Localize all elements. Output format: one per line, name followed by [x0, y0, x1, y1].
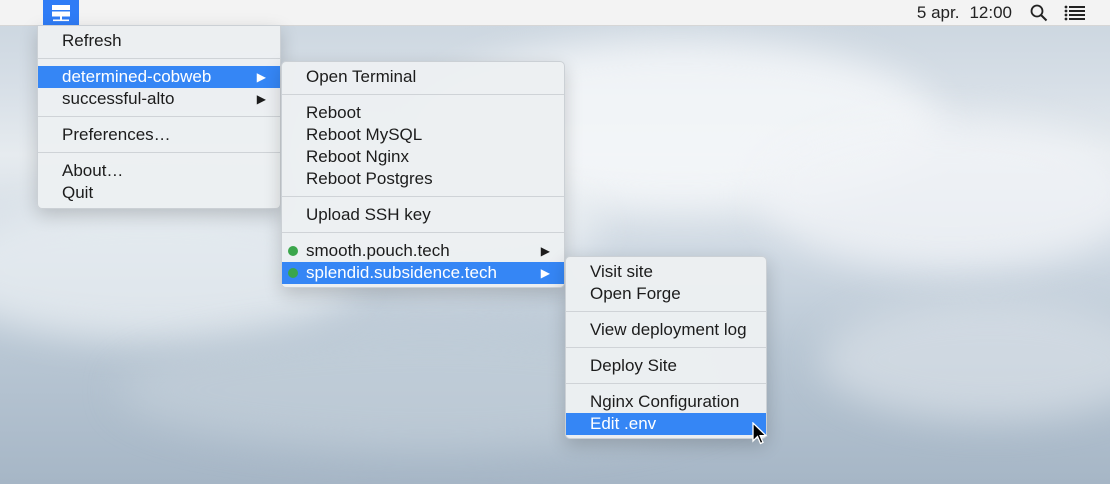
menu-separator	[38, 152, 280, 153]
menu-item-refresh[interactable]: Refresh	[38, 30, 280, 52]
menu-item-nginx-configuration[interactable]: Nginx Configuration	[566, 391, 766, 413]
list-icon[interactable]	[1064, 2, 1086, 24]
mouse-cursor-icon	[752, 422, 768, 445]
menu-item-reboot-mysql[interactable]: Reboot MySQL	[282, 124, 564, 146]
menu-item-label: successful-alto	[62, 89, 175, 108]
menu-separator	[566, 383, 766, 384]
menu-item-label: splendid.subsidence.tech	[306, 263, 497, 282]
menu-item-label: determined-cobweb	[62, 67, 212, 86]
menu-item-edit-env[interactable]: Edit .env	[566, 413, 766, 435]
menu-item-successful-alto[interactable]: successful-alto ▶	[38, 88, 280, 110]
menu-separator	[38, 58, 280, 59]
status-dot-icon	[288, 246, 298, 256]
submenu-arrow-icon: ▶	[540, 266, 550, 280]
menu-item-site-smooth-pouch[interactable]: smooth.pouch.tech ▶	[282, 240, 564, 262]
menu-item-determined-cobweb[interactable]: determined-cobweb ▶	[38, 66, 280, 88]
menubar-clock[interactable]: 12:00	[969, 3, 1012, 23]
menu-item-preferences[interactable]: Preferences…	[38, 124, 280, 146]
menu-item-reboot-nginx[interactable]: Reboot Nginx	[282, 146, 564, 168]
menu-item-view-deployment-log[interactable]: View deployment log	[566, 319, 766, 341]
menu-separator	[282, 94, 564, 95]
menu-separator	[566, 311, 766, 312]
menu-item-site-splendid-subsidence[interactable]: splendid.subsidence.tech ▶	[282, 262, 564, 284]
main-menu: Refresh determined-cobweb ▶ successful-a…	[37, 25, 281, 209]
menu-separator	[38, 116, 280, 117]
server-submenu: Open Terminal Reboot Reboot MySQL Reboot…	[281, 61, 565, 288]
submenu-arrow-icon: ▶	[256, 92, 266, 106]
menu-separator	[282, 232, 564, 233]
menu-item-upload-ssh-key[interactable]: Upload SSH key	[282, 204, 564, 226]
menubar-date[interactable]: 5 apr.	[917, 3, 960, 23]
menu-item-deploy-site[interactable]: Deploy Site	[566, 355, 766, 377]
menu-item-open-forge[interactable]: Open Forge	[566, 283, 766, 305]
menu-item-quit[interactable]: Quit	[38, 182, 280, 204]
menu-item-about[interactable]: About…	[38, 160, 280, 182]
menu-item-reboot-postgres[interactable]: Reboot Postgres	[282, 168, 564, 190]
submenu-arrow-icon: ▶	[256, 70, 266, 84]
server-icon[interactable]	[43, 0, 79, 25]
menu-separator	[566, 347, 766, 348]
status-dot-icon	[288, 268, 298, 278]
menu-bar: 5 apr. 12:00	[0, 0, 1110, 26]
menu-item-visit-site[interactable]: Visit site	[566, 261, 766, 283]
search-icon[interactable]	[1028, 2, 1050, 24]
menu-separator	[282, 196, 564, 197]
menu-item-label: smooth.pouch.tech	[306, 241, 450, 260]
menu-item-reboot[interactable]: Reboot	[282, 102, 564, 124]
menu-item-open-terminal[interactable]: Open Terminal	[282, 66, 564, 88]
submenu-arrow-icon: ▶	[540, 244, 550, 258]
site-submenu: Visit site Open Forge View deployment lo…	[565, 256, 767, 439]
